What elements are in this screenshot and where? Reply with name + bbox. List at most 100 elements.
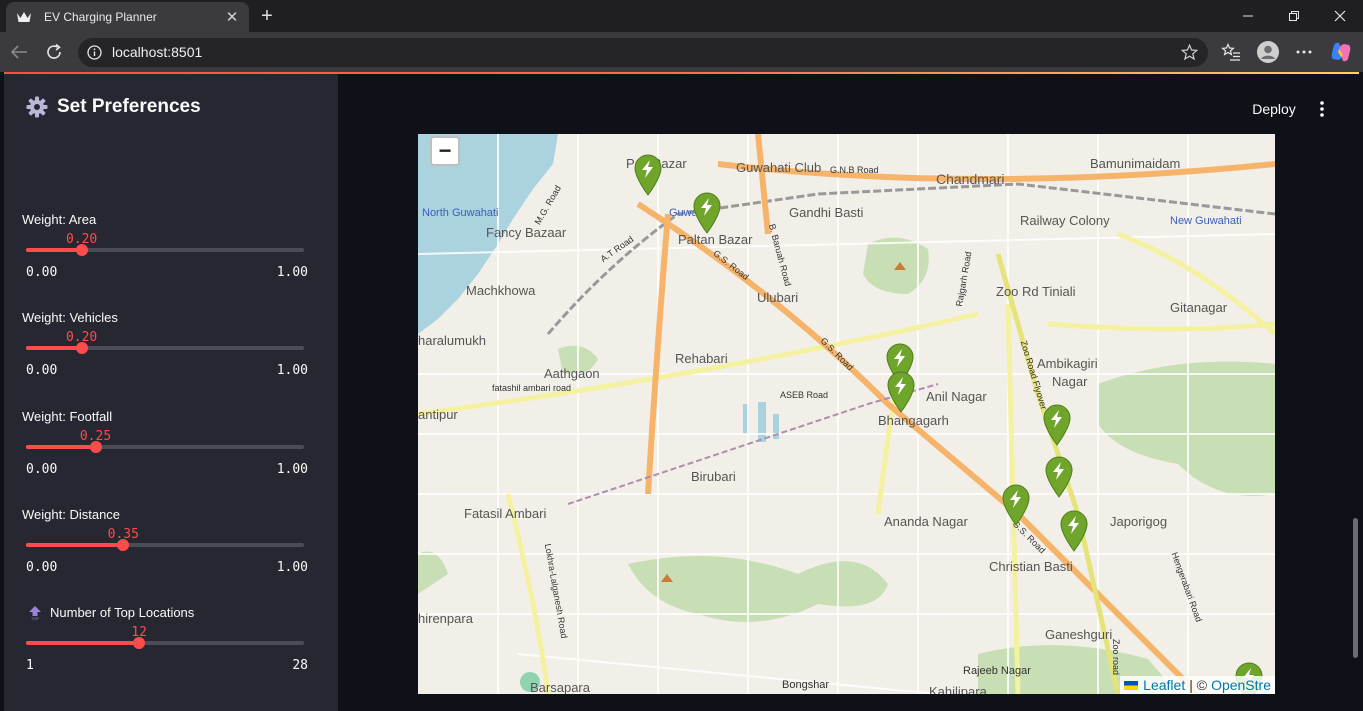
place-label: Ananda Nagar bbox=[884, 514, 968, 529]
slider-min: 0.00 bbox=[26, 560, 58, 575]
restore-button[interactable] bbox=[1271, 0, 1317, 32]
place-label: Gandhi Basti bbox=[789, 205, 864, 220]
ev-charger-marker[interactable] bbox=[1044, 456, 1074, 498]
ukraine-flag-icon bbox=[1124, 680, 1139, 690]
slider-track[interactable] bbox=[26, 539, 304, 551]
sidebar-title: Set Preferences bbox=[57, 96, 201, 117]
slider-track[interactable] bbox=[26, 342, 304, 354]
new-tab-button[interactable]: + bbox=[256, 5, 278, 27]
ev-charger-marker[interactable] bbox=[886, 371, 916, 413]
place-label: Ulubari bbox=[757, 290, 799, 305]
ev-charger-marker[interactable] bbox=[1059, 510, 1089, 552]
slider-fill bbox=[26, 543, 124, 547]
copilot-icon[interactable] bbox=[1330, 41, 1352, 63]
ev-charger-marker[interactable] bbox=[692, 192, 722, 234]
slider-track[interactable] bbox=[26, 244, 304, 256]
place-label: New Guwahati bbox=[1170, 215, 1242, 227]
slider-min: 1 bbox=[26, 658, 34, 673]
slider-track[interactable] bbox=[26, 441, 304, 453]
slider-fill bbox=[26, 641, 140, 645]
place-label: Aathgaon bbox=[544, 366, 600, 381]
slider-min: 0.00 bbox=[26, 265, 58, 280]
close-window-button[interactable] bbox=[1317, 0, 1363, 32]
place-label: Kahilipara bbox=[929, 684, 987, 694]
slider-thumb[interactable] bbox=[117, 539, 130, 551]
place-label: Gitanagar bbox=[1170, 300, 1228, 315]
place-label: Barsapara bbox=[530, 680, 590, 694]
place-label: Ambikagiri bbox=[1037, 356, 1098, 371]
sidebar-header: Set Preferences bbox=[26, 96, 201, 118]
zoom-out-button[interactable]: − bbox=[430, 136, 460, 166]
browser-tab-bar: EV Charging Planner ✕ + bbox=[0, 0, 1363, 32]
more-options-icon[interactable] bbox=[1293, 41, 1315, 63]
app-menu-icon[interactable] bbox=[1312, 99, 1332, 119]
place-label: North Guwahati bbox=[422, 207, 499, 219]
slider-fill bbox=[26, 445, 96, 449]
place-label: haralumukh bbox=[418, 333, 486, 348]
browser-toolbar: localhost:8501 bbox=[0, 32, 1363, 72]
ev-charger-marker[interactable] bbox=[1001, 484, 1031, 526]
place-label: Machkhowa bbox=[466, 283, 536, 298]
leaflet-map[interactable]: − Pan Bazar Guwahati Club G.N.B Road Cha… bbox=[418, 134, 1275, 694]
ev-charger-marker[interactable] bbox=[633, 154, 663, 196]
place-label: Nagar bbox=[1052, 374, 1088, 389]
road-label: Rajeeb Nagar bbox=[963, 665, 1031, 677]
slider-fill bbox=[26, 346, 82, 350]
slider-weight-vehicles: Weight: Vehicles 0.20 0.00 1.00 bbox=[22, 310, 308, 400]
favorite-star-icon[interactable] bbox=[1180, 43, 1199, 61]
slider-top-locations: TOP Number of Top Locations 12 1 28 bbox=[22, 605, 308, 695]
slider-thumb[interactable] bbox=[89, 441, 102, 453]
place-label: Anil Nagar bbox=[926, 389, 987, 404]
road-label: Bongshar bbox=[782, 679, 830, 691]
site-info-icon[interactable] bbox=[87, 45, 102, 60]
place-label: Fatasil Ambari bbox=[464, 506, 547, 521]
slider-max: 1.00 bbox=[276, 462, 308, 477]
browser-tab[interactable]: EV Charging Planner ✕ bbox=[6, 2, 249, 32]
place-label: Railway Colony bbox=[1020, 213, 1110, 228]
url-text[interactable]: localhost:8501 bbox=[112, 44, 202, 60]
streamlit-crown-icon bbox=[16, 9, 32, 25]
minimize-button[interactable] bbox=[1225, 0, 1271, 32]
openstreetmap-link[interactable]: OpenStre bbox=[1211, 677, 1271, 693]
place-label: Bamunimaidam bbox=[1090, 156, 1181, 171]
place-label: Ganeshguri bbox=[1045, 627, 1113, 642]
place-label: Zoo Rd Tiniali bbox=[996, 284, 1076, 299]
deploy-button[interactable]: Deploy bbox=[1245, 97, 1303, 121]
slider-max: 1.00 bbox=[276, 363, 308, 378]
tab-close-icon[interactable]: ✕ bbox=[223, 8, 241, 26]
attribution-separator: | © bbox=[1189, 677, 1208, 693]
place-label: hirenpara bbox=[418, 611, 473, 626]
place-label: Rehabari bbox=[675, 351, 728, 366]
slider-label: Weight: Area bbox=[22, 212, 97, 227]
slider-label-wrap: TOP Number of Top Locations bbox=[22, 605, 194, 620]
place-label: Paltan Bazar bbox=[678, 232, 753, 247]
road-label: G.N.B Road bbox=[830, 165, 879, 175]
slider-weight-area: Weight: Area 0.20 0.00 1.00 bbox=[22, 212, 308, 302]
place-label: Bhangagarh bbox=[878, 413, 949, 428]
place-label: Christian Basti bbox=[989, 559, 1073, 574]
slider-label: Weight: Footfall bbox=[22, 409, 113, 424]
slider-track[interactable] bbox=[26, 637, 304, 649]
main-scrollbar[interactable] bbox=[1353, 518, 1358, 658]
address-bar[interactable]: localhost:8501 bbox=[78, 38, 1208, 67]
place-label: Fancy Bazaar bbox=[486, 225, 567, 240]
road-label: ASEB Road bbox=[780, 390, 829, 400]
back-icon[interactable] bbox=[6, 39, 32, 65]
slider-label: Weight: Distance bbox=[22, 507, 121, 522]
profile-avatar-icon[interactable] bbox=[1257, 41, 1279, 63]
slider-thumb[interactable] bbox=[133, 637, 146, 649]
reload-icon[interactable] bbox=[41, 39, 67, 65]
slider-label: Number of Top Locations bbox=[50, 605, 195, 620]
ev-charger-marker[interactable] bbox=[1042, 404, 1072, 446]
top-arrow-icon: TOP bbox=[28, 605, 42, 620]
slider-min: 0.00 bbox=[26, 363, 58, 378]
leaflet-link[interactable]: Leaflet bbox=[1143, 677, 1185, 693]
place-label: antipur bbox=[418, 407, 458, 422]
slider-max: 1.00 bbox=[276, 265, 308, 280]
road-label: Zoo road bbox=[1111, 638, 1122, 676]
favorites-list-icon[interactable] bbox=[1220, 41, 1242, 63]
tab-title: EV Charging Planner bbox=[44, 10, 157, 24]
slider-weight-distance: Weight: Distance 0.35 0.00 1.00 bbox=[22, 507, 308, 597]
slider-thumb[interactable] bbox=[75, 342, 88, 354]
slider-thumb[interactable] bbox=[75, 244, 88, 256]
